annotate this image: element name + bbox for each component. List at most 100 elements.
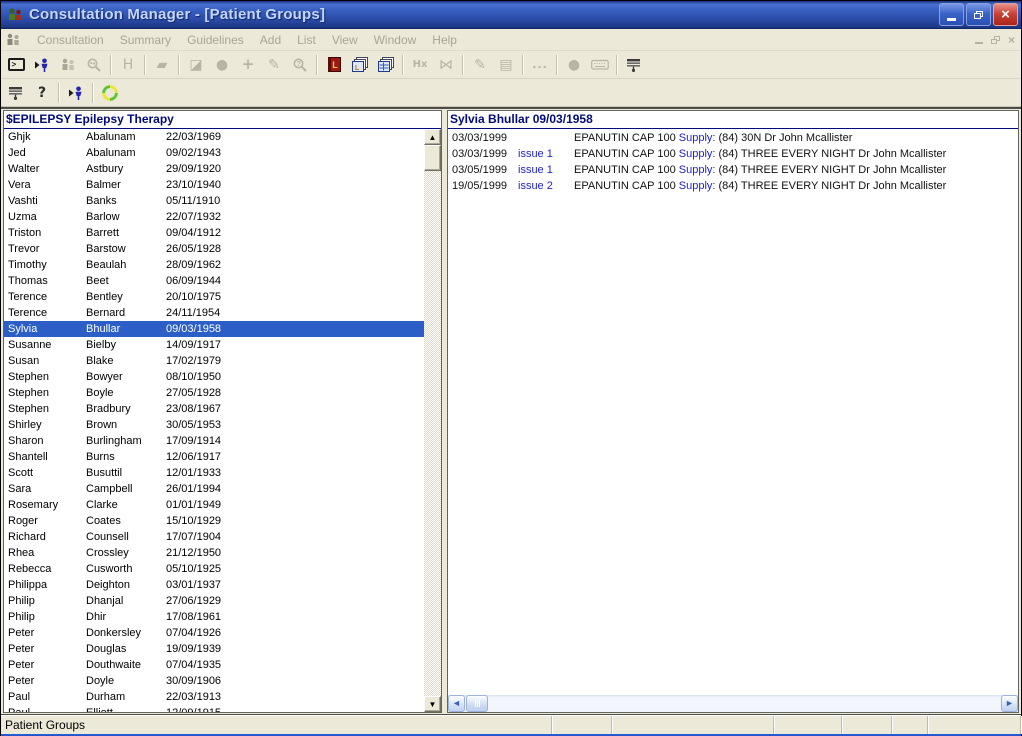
patient-row[interactable]: TerenceBernard24/11/1954	[4, 305, 424, 321]
patient-row[interactable]: TrevorBarstow26/05/1928	[4, 241, 424, 257]
status-panel	[552, 716, 612, 734]
medication-row[interactable]: 03/03/1999EPANUTIN CAP 100 Supply: (84) …	[448, 130, 1018, 146]
table-filter-icon[interactable]	[3, 81, 29, 105]
patient-row[interactable]: PaulDurham22/03/1913	[4, 689, 424, 705]
toolbar-separator	[616, 55, 618, 75]
patient-surname: Boyle	[86, 387, 166, 399]
patient-surname: Bowyer	[86, 371, 166, 383]
patient-row[interactable]: ScottBusuttil12/01/1933	[4, 465, 424, 481]
record-date: 03/03/1999	[448, 148, 518, 160]
table-filter-icon[interactable]	[621, 53, 647, 77]
mdi-window-controls: ×	[975, 34, 1015, 46]
patient-row[interactable]: TerenceBentley20/10/1975	[4, 289, 424, 305]
menu-consultation[interactable]: Consultation	[29, 31, 112, 49]
menu-help[interactable]: Help	[424, 31, 465, 49]
ellipsis-icon: ...	[532, 59, 548, 70]
window-stack-l-icon[interactable]: L	[347, 53, 373, 77]
patient-row[interactable]: RebeccaCusworth05/10/1925	[4, 561, 424, 577]
medication-row[interactable]: 03/03/1999issue 1EPANUTIN CAP 100 Supply…	[448, 146, 1018, 162]
patient-row[interactable]: PhilipDhir17/08/1961	[4, 609, 424, 625]
patient-row[interactable]: RheaCrossley21/12/1950	[4, 545, 424, 561]
patient-row[interactable]: GhjkAbalunam22/03/1969	[4, 129, 424, 145]
menu-view[interactable]: View	[324, 31, 366, 49]
patient-surname: Blake	[86, 355, 166, 367]
titlebar[interactable]: Consultation Manager - [Patient Groups] …	[1, 1, 1021, 29]
patient-first-name: Rhea	[4, 547, 86, 559]
patient-row[interactable]: PaulElliott12/09/1915	[4, 705, 424, 712]
patient-row[interactable]: RosemaryClarke01/01/1949	[4, 497, 424, 513]
scroll-up-icon[interactable]: ▲	[424, 129, 441, 145]
scroll-left-icon[interactable]: ◄	[448, 695, 465, 712]
patient-row[interactable]: StephenBradbury23/08/1967	[4, 401, 424, 417]
menu-window[interactable]: Window	[366, 31, 425, 49]
menu-list[interactable]: List	[289, 31, 324, 49]
patient-row[interactable]: SusanneBielby14/09/1917	[4, 337, 424, 353]
app-icon	[5, 6, 25, 24]
medication-row[interactable]: 19/05/1999issue 2EPANUTIN CAP 100 Supply…	[448, 178, 1018, 194]
patient-row[interactable]: ThomasBeet06/09/1944	[4, 273, 424, 289]
svg-text:L: L	[355, 65, 360, 72]
eraser-icon: ▰	[157, 58, 168, 72]
patient-row[interactable]: VashtiBanks05/11/1910	[4, 193, 424, 209]
patient-row[interactable]: PeterDonkersley07/04/1926	[4, 625, 424, 641]
patient-row[interactable]: VeraBalmer23/10/1940	[4, 177, 424, 193]
horizontal-scrollbar[interactable]: ◄ ►	[448, 695, 1018, 712]
patient-first-name: Philippa	[4, 579, 86, 591]
medication-row[interactable]: 03/05/1999issue 1EPANUTIN CAP 100 Supply…	[448, 162, 1018, 178]
vertical-scrollbar[interactable]: ▲ ▼	[424, 129, 441, 712]
scrollbar-thumb[interactable]	[424, 145, 441, 171]
scroll-right-icon[interactable]: ►	[1001, 695, 1018, 712]
patient-row[interactable]: StephenBowyer08/10/1950	[4, 369, 424, 385]
window-stack-grid-icon[interactable]	[373, 53, 399, 77]
patient-dob: 21/12/1950	[166, 547, 424, 559]
hscrollbar-track[interactable]	[488, 695, 1001, 712]
restore-button[interactable]	[966, 3, 991, 26]
patient-surname: Brown	[86, 419, 166, 431]
patient-row[interactable]: StephenBoyle27/05/1928	[4, 385, 424, 401]
patient-row[interactable]: ShirleyBrown30/05/1953	[4, 417, 424, 433]
select-patient-icon[interactable]	[63, 81, 89, 105]
patient-dob: 14/09/1917	[166, 339, 424, 351]
patient-first-name: Peter	[4, 675, 86, 687]
red-book-icon: L	[328, 57, 341, 72]
close-button[interactable]: ×	[993, 3, 1018, 26]
patient-row[interactable]: RogerCoates15/10/1929	[4, 513, 424, 529]
patient-record-header: Sylvia Bhullar 09/03/1958	[448, 111, 1018, 129]
patient-row[interactable]: TristonBarrett09/04/1912	[4, 225, 424, 241]
patient-row[interactable]: PeterDoyle30/09/1906	[4, 673, 424, 689]
patient-dob: 12/01/1933	[166, 467, 424, 479]
console-window-icon[interactable]: >	[3, 53, 29, 77]
scrollbar-track[interactable]	[424, 171, 441, 696]
scroll-down-icon[interactable]: ▼	[424, 696, 441, 712]
help-question-icon[interactable]: ?	[29, 81, 55, 105]
record-issue: issue 1	[518, 164, 574, 176]
patient-surname: Astbury	[86, 163, 166, 175]
minimize-button[interactable]	[939, 3, 964, 26]
patient-row[interactable]: SharonBurlingham17/09/1914	[4, 433, 424, 449]
patient-row[interactable]: ShantellBurns12/06/1917	[4, 449, 424, 465]
patient-group-icon	[55, 53, 81, 77]
refresh-ring-icon[interactable]	[97, 81, 123, 105]
menu-add[interactable]: Add	[252, 31, 289, 49]
select-patient-icon[interactable]	[29, 53, 55, 77]
menu-summary[interactable]: Summary	[112, 31, 179, 49]
patient-row[interactable]: RichardCounsell17/07/1904	[4, 529, 424, 545]
patient-row[interactable]: SusanBlake17/02/1979	[4, 353, 424, 369]
status-panel	[842, 716, 892, 734]
patient-row[interactable]: PeterDouglas19/09/1939	[4, 641, 424, 657]
hscrollbar-thumb[interactable]	[466, 695, 488, 712]
patient-row[interactable]: TimothyBeaulah28/09/1962	[4, 257, 424, 273]
window-stack-grid-icon	[377, 57, 395, 73]
patient-row[interactable]: PeterDouthwaite07/04/1935	[4, 657, 424, 673]
patient-row[interactable]: PhilipDhanjal27/06/1929	[4, 593, 424, 609]
patient-row[interactable]: UzmaBarlow22/07/1932	[4, 209, 424, 225]
patient-row[interactable]: WalterAstbury29/09/1920	[4, 161, 424, 177]
patient-row[interactable]: SylviaBhullar09/03/1958	[4, 321, 424, 337]
patient-dob: 22/03/1913	[166, 691, 424, 703]
patient-row[interactable]: SaraCampbell26/01/1994	[4, 481, 424, 497]
patient-row[interactable]: JedAbalunam09/02/1943	[4, 145, 424, 161]
red-book-icon[interactable]: L	[321, 53, 347, 77]
menu-guidelines[interactable]: Guidelines	[179, 31, 252, 49]
patient-row[interactable]: PhilippaDeighton03/01/1937	[4, 577, 424, 593]
patient-first-name: Timothy	[4, 259, 86, 271]
